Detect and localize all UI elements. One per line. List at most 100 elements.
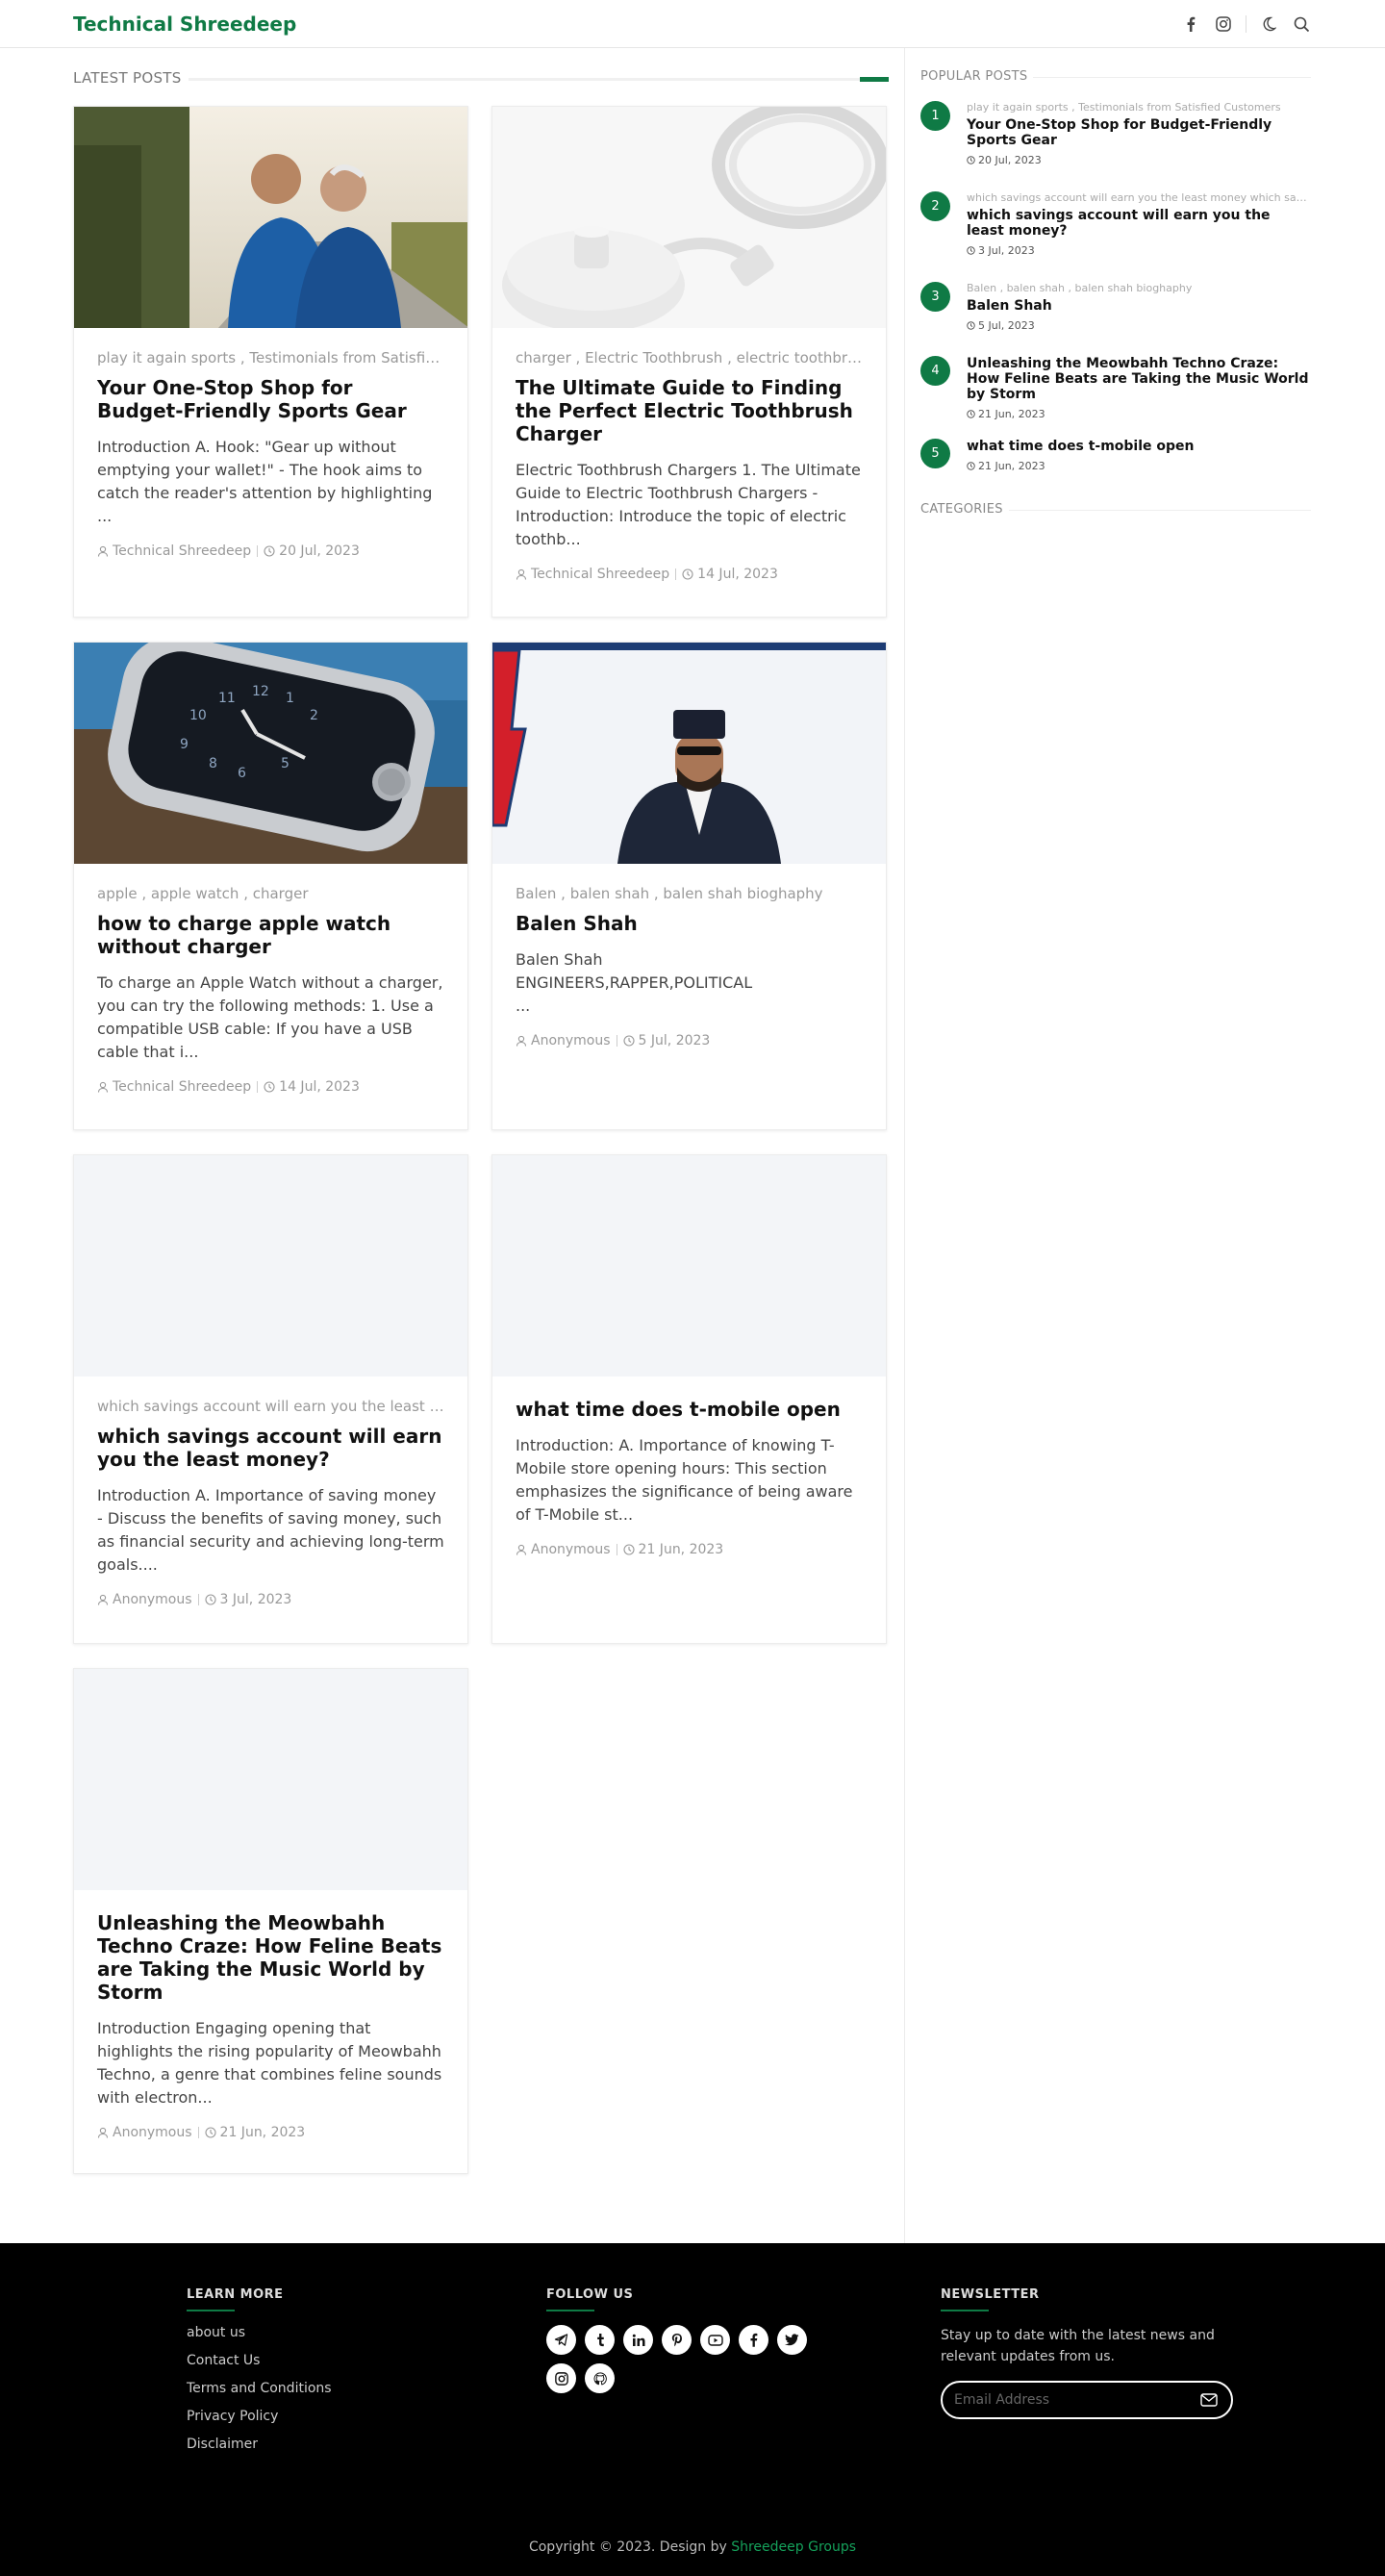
instagram-icon[interactable]	[1213, 13, 1234, 35]
clock-icon	[264, 545, 275, 557]
facebook-icon[interactable]	[1180, 13, 1201, 35]
popular-post-title[interactable]: Unleashing the Meowbahh Techno Craze: Ho…	[967, 356, 1311, 402]
post-meta: Technical Shreedeep 20 Jul, 2023	[97, 543, 444, 559]
footer-link-about-us[interactable]: about us	[187, 2325, 332, 2340]
post-date-text: 3 Jul, 2023	[219, 1592, 292, 1607]
post-author: Anonymous	[97, 2125, 192, 2140]
telegram-icon[interactable]	[546, 2325, 576, 2355]
popular-post-tags[interactable]: Balen , balen shah , balen shah bioghaph…	[967, 282, 1311, 294]
meta-separator	[675, 568, 677, 580]
popular-post-item[interactable]: 4 Unleashing the Meowbahh Techno Craze: …	[920, 356, 1311, 433]
popular-post-title[interactable]: which savings account will earn you the …	[967, 208, 1311, 239]
popular-post-date: 21 Jun, 2023	[967, 460, 1311, 472]
post-excerpt: Electric Toothbrush Chargers 1. The Ulti…	[516, 461, 861, 548]
linkedin-icon[interactable]	[623, 2325, 653, 2355]
post-thumbnail-toothbrush-charger[interactable]	[492, 107, 886, 328]
envelope-icon[interactable]	[1200, 2392, 1218, 2408]
post-date: 5 Jul, 2023	[622, 1033, 710, 1048]
post-thumbnail-sports[interactable]	[74, 107, 467, 328]
clock-icon	[204, 1594, 216, 1605]
post-title[interactable]: Balen Shah	[516, 912, 863, 935]
copyright-link[interactable]: Shreedeep Groups	[731, 2539, 856, 2555]
post-title[interactable]: how to charge apple watch without charge…	[97, 912, 444, 958]
popular-post-tags[interactable]: play it again sports , Testimonials from…	[967, 101, 1311, 114]
moon-icon[interactable]	[1258, 13, 1279, 35]
post-thumbnail-placeholder[interactable]	[74, 1155, 467, 1376]
popular-post-item[interactable]: 2 which savings account will earn you th…	[920, 191, 1311, 268]
popular-post-item[interactable]: 5 what time does t-mobile open 21 Jun, 2…	[920, 439, 1311, 487]
post-title[interactable]: Your One-Stop Shop for Budget-Friendly S…	[97, 376, 444, 422]
clock-icon	[682, 568, 693, 580]
post-date: 3 Jul, 2023	[204, 1592, 292, 1607]
popular-post-date-text: 5 Jul, 2023	[978, 319, 1035, 332]
post-date-text: 21 Jun, 2023	[638, 1542, 724, 1557]
post-excerpt: Introduction A. Importance of saving mon…	[97, 1486, 444, 1574]
post-date-text: 14 Jul, 2023	[697, 567, 778, 582]
post-thumbnail-apple-watch[interactable]: 10 11 12 129 865	[74, 643, 467, 864]
post-title[interactable]: The Ultimate Guide to Finding the Perfec…	[516, 376, 863, 445]
post-author-name: Anonymous	[531, 1033, 611, 1048]
post-tags[interactable]: apple , apple watch , charger	[97, 885, 444, 902]
clock-icon	[967, 410, 975, 418]
user-icon	[97, 545, 109, 557]
popular-post-title[interactable]: Your One-Stop Shop for Budget-Friendly S…	[967, 117, 1311, 148]
popular-rank-badge: 3	[920, 282, 950, 312]
footer-link-contact-us[interactable]: Contact Us	[187, 2353, 332, 2368]
post-author: Anonymous	[97, 1592, 192, 1607]
svg-text:10: 10	[189, 708, 207, 723]
post-card[interactable]: Balen , balen shah , balen shah bioghaph…	[491, 642, 887, 1130]
popular-post-tags[interactable]: which savings account will earn you the …	[967, 191, 1311, 204]
popular-rank-badge: 4	[920, 356, 950, 386]
post-thumbnail-placeholder[interactable]	[492, 1155, 886, 1376]
post-card[interactable]: play it again sports , Testimonials from…	[73, 106, 468, 618]
newsletter-text: Stay up to date with the latest news and…	[941, 2328, 1215, 2364]
post-title[interactable]: which savings account will earn you the …	[97, 1425, 444, 1471]
popular-post-item[interactable]: 3 Balen , balen shah , balen shah biogha…	[920, 282, 1311, 340]
search-icon[interactable]	[1291, 13, 1312, 35]
popular-rank-badge: 1	[920, 101, 950, 131]
latest-posts-heading: LATEST POSTS	[73, 69, 889, 88]
heading-underline	[941, 2310, 989, 2311]
popular-post-title[interactable]: what time does t-mobile open	[967, 439, 1311, 454]
post-excerpt: Introduction Engaging opening that highl…	[97, 2019, 442, 2107]
tumblr-icon[interactable]	[585, 2325, 615, 2355]
post-tags[interactable]: which savings account will earn you the …	[97, 1398, 444, 1415]
instagram-icon[interactable]	[546, 2363, 576, 2393]
site-brand[interactable]: Technical Shreedeep	[73, 13, 296, 36]
post-author: Anonymous	[516, 1542, 611, 1557]
post-author-name: Technical Shreedeep	[113, 1079, 252, 1095]
popular-posts-heading: POPULAR POSTS	[920, 69, 1311, 85]
post-tags[interactable]: Balen , balen shah , balen shah bioghaph…	[516, 885, 863, 902]
footer-newsletter: NEWSLETTER Stay up to date with the late…	[941, 2287, 1233, 2419]
post-tags[interactable]: play it again sports , Testimonials from…	[97, 349, 444, 366]
newsletter-email-input[interactable]	[954, 2390, 1185, 2410]
post-card[interactable]: which savings account will earn you the …	[73, 1154, 468, 1644]
post-tags[interactable]: charger , Electric Toothbrush , electric…	[516, 349, 863, 366]
post-card[interactable]: Unleashing the Meowbahh Techno Craze: Ho…	[73, 1668, 468, 2174]
post-author: Technical Shreedeep	[97, 1079, 251, 1095]
facebook-icon[interactable]	[739, 2325, 768, 2355]
post-card[interactable]: what time does t-mobile open Introductio…	[491, 1154, 887, 1644]
pinterest-icon[interactable]	[662, 2325, 692, 2355]
popular-post-title[interactable]: Balen Shah	[967, 298, 1311, 314]
heading-rule	[189, 78, 889, 81]
svg-text:11: 11	[218, 691, 236, 706]
popular-post-date-text: 21 Jun, 2023	[978, 460, 1045, 472]
footer-link-privacy[interactable]: Privacy Policy	[187, 2409, 332, 2424]
post-card[interactable]: charger , Electric Toothbrush , electric…	[491, 106, 887, 618]
footer-link-disclaimer[interactable]: Disclaimer	[187, 2437, 332, 2452]
post-author-name: Technical Shreedeep	[531, 567, 670, 582]
post-card[interactable]: 10 11 12 129 865 apple , apple watch , cha…	[73, 642, 468, 1130]
post-thumbnail-placeholder[interactable]	[74, 1669, 467, 1890]
twitter-icon[interactable]	[777, 2325, 807, 2355]
post-title[interactable]: what time does t-mobile open	[516, 1398, 863, 1421]
popular-post-item[interactable]: 1 play it again sports , Testimonials fr…	[920, 101, 1311, 178]
post-author-name: Technical Shreedeep	[113, 543, 252, 559]
clock-icon	[622, 1544, 635, 1555]
footer-link-terms[interactable]: Terms and Conditions	[187, 2381, 332, 2396]
github-icon[interactable]	[585, 2363, 615, 2393]
post-thumbnail-balen-shah[interactable]	[492, 643, 886, 864]
post-title[interactable]: Unleashing the Meowbahh Techno Craze: Ho…	[97, 1911, 444, 2004]
youtube-icon[interactable]	[700, 2325, 730, 2355]
learn-more-title: LEARN MORE	[187, 2287, 284, 2302]
